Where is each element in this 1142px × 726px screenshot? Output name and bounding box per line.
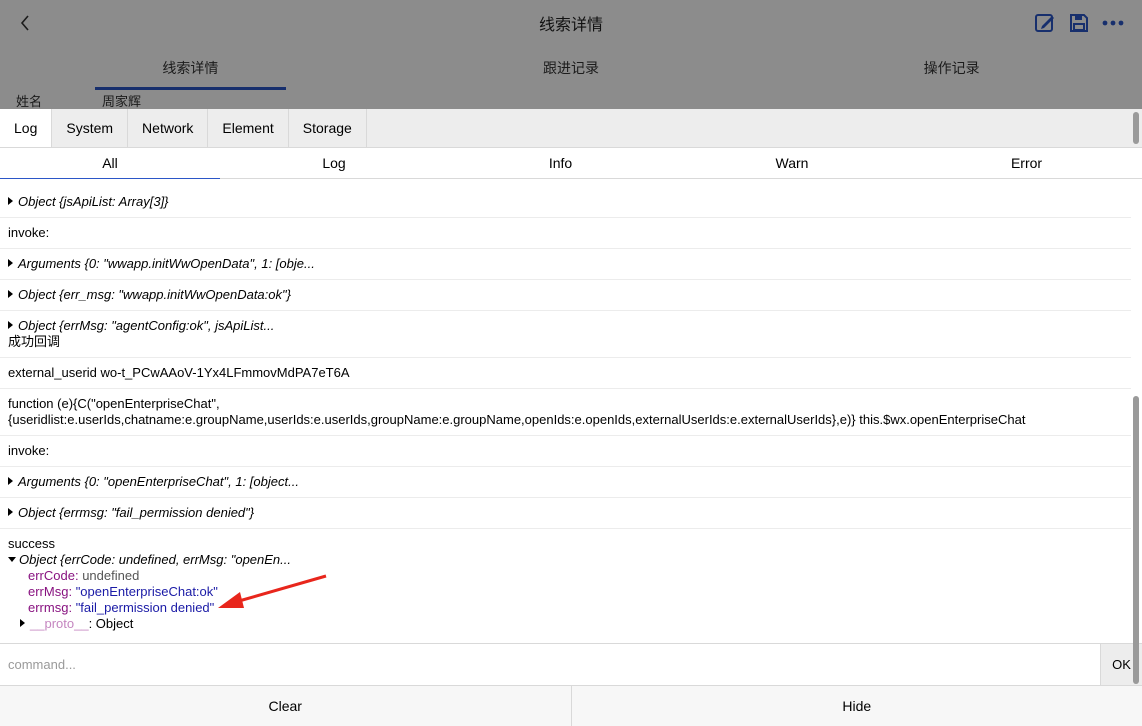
vconsole-panel: Log System Network Element Storage All L… [0, 109, 1142, 726]
property-key: errCode [28, 568, 75, 583]
vc-tab-log[interactable]: Log [0, 109, 53, 147]
log-text: external_userid wo-t_PCwAAoV-1Yx4LFmmovM… [8, 365, 350, 380]
expand-triangle-icon[interactable] [8, 477, 13, 485]
log-text[interactable]: Object {errmsg: "fail_permission denied"… [18, 505, 254, 520]
annotation-arrow-icon [218, 574, 327, 608]
command-input[interactable] [0, 644, 1100, 685]
log-item: Object {errmsg: "fail_permission denied"… [0, 498, 1131, 529]
property-colon: : [88, 616, 96, 631]
log-item: invoke: [0, 218, 1131, 249]
log-text: invoke: [8, 225, 50, 240]
object-property: errCode: undefined [8, 568, 1123, 584]
log-item: invoke: [0, 436, 1131, 467]
property-value: Object [95, 616, 134, 631]
log-text[interactable]: Arguments {0: "wwapp.initWwOpenData", 1:… [18, 256, 315, 271]
log-text: function (e){C("openEnterpriseChat", [8, 396, 220, 411]
vc-subtab-warn[interactable]: Warn [673, 148, 911, 178]
background-app: 线索详情 线索详情 跟进记录 操作记录 姓名 周家辉 [0, 0, 1142, 110]
expand-triangle-icon[interactable] [8, 259, 13, 267]
vconsole-tabbar: Log System Network Element Storage [0, 109, 1142, 148]
log-item: Object {err_msg: "wwapp.initWwOpenData:o… [0, 280, 1131, 311]
property-value: "openEnterpriseChat:ok" [75, 584, 218, 599]
log-text[interactable]: Object {errMsg: "agentConfig:ok", jsApiL… [18, 318, 274, 333]
clear-button[interactable]: Clear [0, 686, 571, 726]
property-key: errmsg [28, 600, 69, 615]
log-text[interactable]: Object {errCode: undefined, errMsg: "ope… [19, 552, 291, 567]
object-property: errMsg: "openEnterpriseChat:ok" [8, 584, 1123, 600]
vc-tab-system[interactable]: System [52, 109, 129, 147]
log-item: function (e){C("openEnterpriseChat", {use… [0, 389, 1131, 436]
log-list: Object {jsApiList: Array[3]} invoke: Arg… [0, 179, 1131, 643]
dim-overlay [0, 0, 1142, 110]
expand-triangle-icon[interactable] [8, 321, 13, 329]
vc-tab-element[interactable]: Element [208, 109, 289, 147]
expand-triangle-icon[interactable] [20, 619, 25, 627]
expand-triangle-icon[interactable] [8, 197, 13, 205]
property-colon: : [68, 600, 76, 615]
log-text: 成功回调 [8, 334, 61, 349]
vc-subtab-info[interactable]: Info [448, 148, 673, 178]
log-text: {useridlist:e.userIds,chatname:e.groupNa… [8, 412, 1026, 427]
log-text[interactable]: Arguments {0: "openEnterpriseChat", 1: [… [18, 474, 299, 489]
command-bar: OK [0, 643, 1142, 686]
vconsole-footer: Clear Hide [0, 686, 1142, 726]
log-item: Object {errMsg: "agentConfig:ok", jsApiL… [0, 311, 1131, 358]
vc-subtab-log[interactable]: Log [220, 148, 448, 178]
object-property: errmsg: "fail_permission denied" [8, 600, 1123, 616]
property-key: errMsg [28, 584, 69, 599]
log-text: invoke: [8, 443, 50, 458]
log-item: success Object {errCode: undefined, errM… [0, 529, 1131, 639]
log-item: Arguments {0: "wwapp.initWwOpenData", 1:… [0, 249, 1131, 280]
log-text[interactable]: Object {jsApiList: Array[3]} [18, 194, 169, 209]
collapse-triangle-icon[interactable] [8, 557, 16, 562]
property-value: undefined [82, 568, 140, 583]
vc-tab-storage[interactable]: Storage [289, 109, 367, 147]
vc-tab-network[interactable]: Network [128, 109, 209, 147]
property-key: __proto__ [30, 616, 89, 631]
vc-subtab-error[interactable]: Error [911, 148, 1142, 178]
vconsole-subtabs: All Log Info Warn Error [0, 148, 1142, 179]
expand-triangle-icon[interactable] [8, 290, 13, 298]
property-value: "fail_permission denied" [75, 600, 215, 615]
scrollbar-thumb[interactable] [1133, 396, 1139, 684]
hide-button[interactable]: Hide [570, 686, 1142, 726]
log-item: Arguments {0: "openEnterpriseChat", 1: [… [0, 467, 1131, 498]
log-item: Object {jsApiList: Array[3]} [0, 187, 1131, 218]
log-text[interactable]: Object {err_msg: "wwapp.initWwOpenData:o… [18, 287, 291, 302]
log-item: external_userid wo-t_PCwAAoV-1Yx4LFmmovM… [0, 358, 1131, 389]
property-colon: : [68, 584, 76, 599]
scrollbar[interactable] [1132, 109, 1140, 726]
log-text: success [8, 536, 55, 551]
scrollbar-thumb[interactable] [1133, 112, 1139, 144]
vc-subtab-all[interactable]: All [0, 148, 220, 179]
expand-triangle-icon[interactable] [8, 508, 13, 516]
object-property: __proto__: Object [8, 616, 1123, 632]
